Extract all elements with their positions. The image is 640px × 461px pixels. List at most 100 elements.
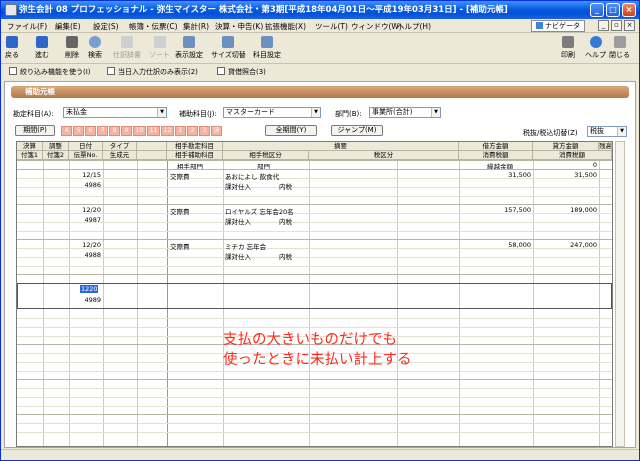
- row-account[interactable]: 交際費: [170, 241, 190, 251]
- child-close-button[interactable]: ×: [624, 20, 635, 31]
- col-header: 貸方金額: [533, 142, 599, 151]
- row-tax-type[interactable]: 内税: [279, 216, 292, 226]
- row-memo[interactable]: ミチカ 忘年会: [225, 241, 266, 251]
- menu-window[interactable]: ウィンドウ(W): [351, 21, 402, 32]
- help-icon: [589, 36, 602, 48]
- month-tab[interactable]: 3: [199, 126, 210, 136]
- month-tab[interactable]: 12: [161, 126, 174, 136]
- sort-button[interactable]: ソート: [149, 36, 170, 60]
- col-header: 伝票No.: [69, 151, 103, 160]
- search-button[interactable]: 検索: [88, 36, 102, 60]
- chevron-down-icon: ▼: [311, 108, 320, 117]
- col-header: 摘要: [223, 142, 459, 151]
- child-restore-button[interactable]: ▫: [611, 20, 622, 31]
- title-bar: 弥生会計 08 プロフェッショナル - 弥生マイスター 株式会社・第3期[平成1…: [1, 1, 639, 19]
- month-tab[interactable]: 6: [85, 126, 96, 136]
- today-only-checkbox[interactable]: [107, 67, 115, 75]
- tax-toggle-select[interactable]: 税抜 ▼: [587, 126, 627, 137]
- row-account[interactable]: 交際費: [170, 206, 190, 216]
- row-tax-type[interactable]: 内税: [279, 251, 292, 261]
- menu-totals[interactable]: 集計(R): [183, 21, 209, 32]
- menu-edit[interactable]: 編集(E): [55, 21, 81, 32]
- month-tab[interactable]: 7: [97, 126, 108, 136]
- row-credit[interactable]: 58,000: [459, 241, 531, 249]
- help-button[interactable]: ヘルプ: [585, 36, 606, 60]
- toolbar: 戻る 進む 削除 検索 仕訳辞書 ソート 表示設定 サイズ切替 科目設定 印刷 …: [1, 34, 639, 64]
- month-tab[interactable]: 5: [73, 126, 84, 136]
- col-header: 決算: [17, 142, 43, 151]
- menu-extensions[interactable]: 拡張機能(X): [265, 21, 306, 32]
- month-tab[interactable]: 4: [61, 126, 72, 136]
- menu-closing[interactable]: 決算・申告(K): [215, 21, 263, 32]
- row-date[interactable]: 12/15: [69, 171, 101, 179]
- navigator-button[interactable]: ナビゲータ: [531, 20, 585, 32]
- row-date[interactable]: 12/20: [69, 241, 101, 249]
- department-select[interactable]: 事業所(合計) ▼: [369, 107, 441, 118]
- row-date[interactable]: 12/20: [69, 206, 101, 214]
- close-window-button[interactable]: 閉じる: [609, 36, 630, 60]
- menu-settings[interactable]: 設定(S): [93, 21, 119, 32]
- row-tax-class[interactable]: 課対仕入: [225, 251, 251, 261]
- full-period-button[interactable]: 全期間(Y): [265, 125, 317, 136]
- filter-toggle[interactable]: 絞り込み機能を使う(I): [9, 67, 91, 77]
- maximize-button[interactable]: □: [606, 3, 620, 17]
- row-voucher-no[interactable]: 4987: [69, 216, 101, 224]
- month-tab[interactable]: 決: [211, 126, 222, 136]
- child-minimize-button[interactable]: _: [598, 20, 609, 31]
- row-tax-type[interactable]: 内税: [279, 181, 292, 191]
- row-balance: 247,000: [570, 241, 597, 249]
- vertical-scrollbar[interactable]: [615, 141, 625, 447]
- row-tax-class[interactable]: 課対仕入: [225, 181, 251, 191]
- period-button[interactable]: 期間(P): [15, 125, 55, 136]
- tax-toggle-label: 税抜/税込切替(Z): [523, 129, 578, 137]
- row-voucher-no[interactable]: 4986: [69, 181, 101, 189]
- today-only-toggle[interactable]: 当日入力仕訳のみ表示(2): [107, 67, 198, 77]
- menu-tools[interactable]: ツール(T): [315, 21, 348, 32]
- month-tab[interactable]: 2: [187, 126, 198, 136]
- row-voucher-no[interactable]: 4988: [69, 251, 101, 259]
- row-credit[interactable]: 157,500: [459, 206, 531, 214]
- delete-button[interactable]: 削除: [65, 36, 79, 60]
- display-settings-button[interactable]: 表示設定: [175, 36, 203, 60]
- col-header: 付箋1: [17, 151, 43, 160]
- month-tab[interactable]: 8: [109, 126, 120, 136]
- trash-icon: [66, 36, 78, 48]
- row-voucher-no[interactable]: 4989: [69, 296, 101, 304]
- menu-help[interactable]: ヘルプ(H): [397, 21, 431, 32]
- col-header: 日付: [69, 142, 103, 151]
- size-toggle-button[interactable]: サイズ切替: [211, 36, 246, 60]
- row-tax-class[interactable]: 課対仕入: [225, 216, 251, 226]
- month-tab[interactable]: 11: [147, 126, 160, 136]
- balance-check-checkbox[interactable]: [217, 67, 225, 75]
- journal-dictionary-button[interactable]: 仕訳辞書: [113, 36, 141, 60]
- back-button[interactable]: 戻る: [5, 36, 19, 60]
- new-entry-row[interactable]: [17, 283, 612, 309]
- menu-file[interactable]: ファイル(F): [7, 21, 47, 32]
- account-select[interactable]: 未払金 ▼: [63, 107, 167, 118]
- minimize-button[interactable]: _: [590, 3, 604, 17]
- menu-books[interactable]: 帳簿・伝票(C): [129, 21, 178, 32]
- month-tab[interactable]: 1: [175, 126, 186, 136]
- balance-check-toggle[interactable]: 貸借照合(3): [217, 67, 266, 77]
- account-label: 勘定科目(A):: [13, 110, 54, 118]
- row-memo[interactable]: ロイヤルズ 忘年会20名: [225, 206, 294, 216]
- account-settings-button[interactable]: 科目設定: [253, 36, 281, 60]
- row-credit[interactable]: 31,500: [459, 171, 531, 179]
- row-memo[interactable]: あおによし 飲食代: [225, 171, 279, 181]
- row-account[interactable]: 交際費: [170, 171, 190, 181]
- jump-button[interactable]: ジャンプ(M): [331, 125, 383, 136]
- sub-account-select[interactable]: マスターカード ▼: [223, 107, 321, 118]
- date-input[interactable]: 1220: [80, 285, 98, 293]
- filter-checkbox[interactable]: [9, 67, 17, 75]
- annotation-text: 支払の大きいものだけでも 使ったときに未払い計上する: [223, 332, 412, 368]
- search-icon: [89, 36, 101, 48]
- close-button[interactable]: ×: [622, 3, 636, 17]
- col-header: 残高: [599, 142, 612, 151]
- month-tab[interactable]: 10: [133, 126, 146, 136]
- account-settings-icon: [261, 36, 273, 48]
- col-header: 消費税額: [533, 151, 612, 160]
- forward-button[interactable]: 進む: [35, 36, 49, 60]
- ledger-grid: 決算 調整 日付 タイプ 相手勘定科目 摘要 借方金額 貸方金額 残高 付箋1 …: [16, 141, 613, 447]
- print-button[interactable]: 印刷: [561, 36, 575, 60]
- month-tab[interactable]: 9: [121, 126, 132, 136]
